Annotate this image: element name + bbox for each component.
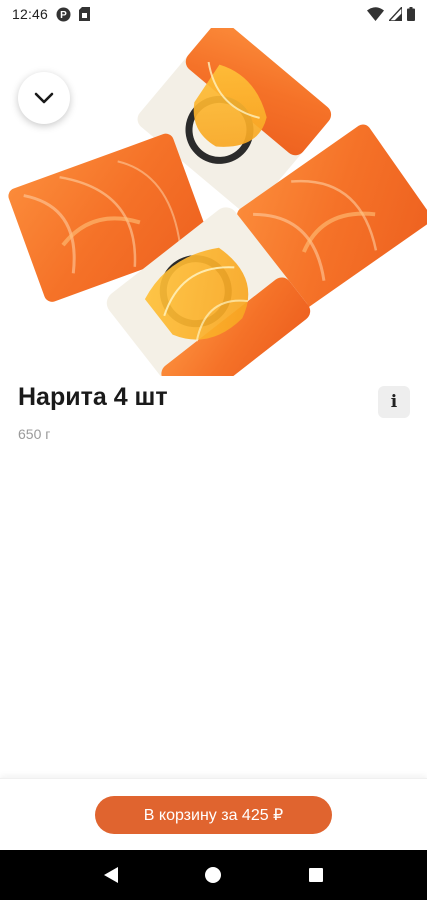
product-image	[0, 28, 427, 376]
nav-home-button[interactable]	[193, 855, 233, 895]
recents-square-icon	[308, 868, 323, 882]
nav-recents-button[interactable]	[296, 855, 336, 895]
add-to-cart-button[interactable]: В корзину за 425 ₽	[95, 796, 332, 834]
navigation-bar	[0, 850, 427, 900]
bottom-bar: В корзину за 425 ₽	[0, 778, 427, 850]
collapse-button[interactable]	[18, 72, 70, 124]
home-circle-icon	[205, 867, 222, 883]
battery-icon	[407, 7, 415, 21]
nav-back-button[interactable]	[91, 855, 131, 895]
wifi-icon	[367, 7, 384, 21]
product-title: Нарита 4 шт	[18, 383, 168, 411]
svg-text:P: P	[60, 10, 67, 21]
info-button[interactable]: i	[378, 386, 410, 418]
p-circle-icon: P	[56, 7, 71, 22]
back-triangle-icon	[104, 867, 119, 883]
status-time: 12:46	[12, 6, 49, 22]
chevron-down-icon	[34, 92, 54, 104]
product-weight: 650 г	[18, 426, 51, 442]
sim-card-icon	[79, 7, 91, 21]
signal-icon	[389, 7, 402, 21]
status-bar: 12:46 P	[0, 0, 427, 28]
